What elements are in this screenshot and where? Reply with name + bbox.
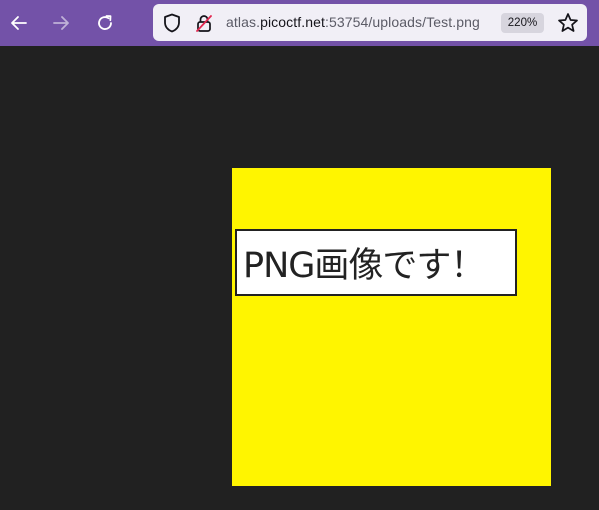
- url-prefix: atlas.: [226, 14, 261, 30]
- forward-arrow-icon: [53, 16, 69, 30]
- image-label-text: PNG画像です！: [243, 246, 485, 286]
- image-label-box: PNG画像です！: [235, 229, 517, 296]
- url-host: picoctf.net: [260, 14, 325, 30]
- displayed-image: PNG画像です！: [232, 168, 551, 486]
- url-suffix: :53754/uploads/Test.png: [324, 14, 480, 30]
- page-viewport: PNG画像です！: [0, 46, 599, 510]
- bookmark-star-icon[interactable]: [556, 11, 580, 35]
- browser-toolbar: atlas.picoctf.net:53754/uploads/Test.png…: [0, 0, 599, 46]
- insecure-lock-icon[interactable]: [193, 12, 215, 34]
- back-arrow-icon: [11, 16, 27, 30]
- url-text[interactable]: atlas.picoctf.net:53754/uploads/Test.png: [226, 14, 480, 30]
- address-bar[interactable]: atlas.picoctf.net:53754/uploads/Test.png…: [153, 4, 587, 41]
- forward-button[interactable]: [46, 8, 76, 38]
- zoom-level-button[interactable]: 220%: [501, 13, 544, 33]
- tracking-protection-shield-icon[interactable]: [161, 12, 183, 34]
- back-button[interactable]: [4, 8, 34, 38]
- reload-button[interactable]: [90, 8, 120, 38]
- reload-icon: [98, 15, 112, 30]
